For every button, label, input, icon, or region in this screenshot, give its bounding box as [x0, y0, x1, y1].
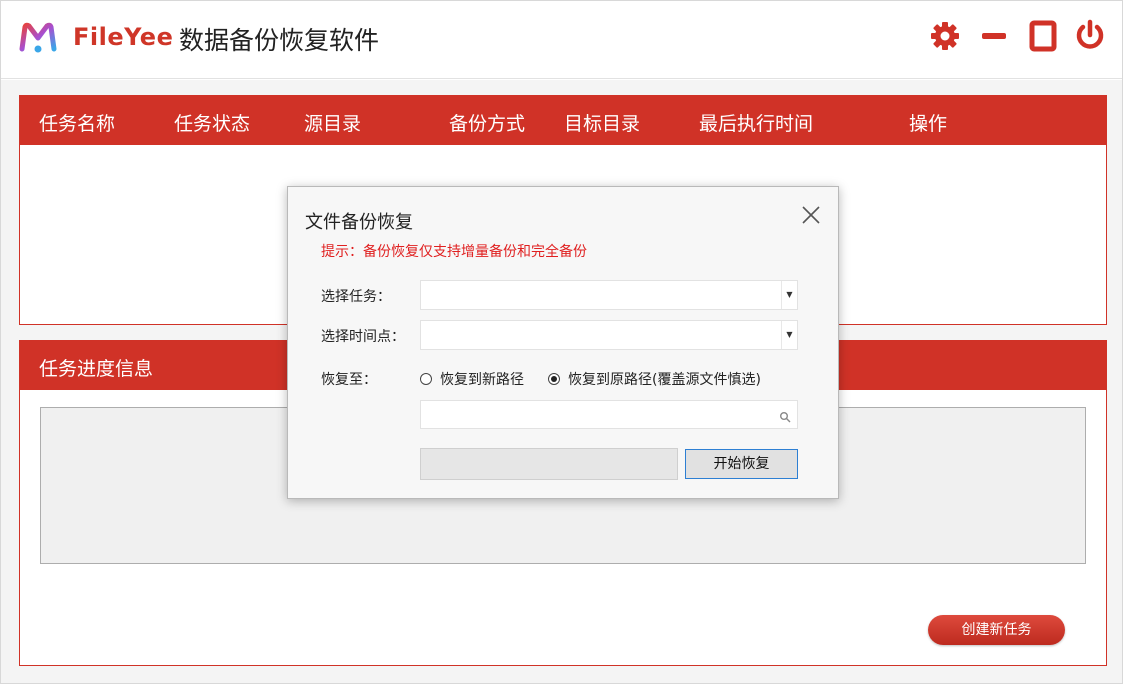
dropdown-arrow-icon: ▼: [781, 321, 797, 349]
column-header-source-dir: 源目录: [304, 113, 362, 135]
maximize-icon[interactable]: [1026, 19, 1060, 53]
fileyee-logo-icon: [19, 22, 57, 54]
title-bar: FileYee 数据备份恢复软件: [1, 1, 1122, 79]
app-title: 数据备份恢复软件: [179, 26, 380, 55]
radio-new-path-label: 恢复到新路径: [440, 372, 524, 388]
radio-original-path-circle[interactable]: [548, 373, 560, 385]
progress-panel-title: 任务进度信息: [39, 358, 154, 380]
radio-original-path[interactable]: 恢复到原路径(覆盖源文件慎选): [548, 369, 761, 389]
radio-new-path-circle[interactable]: [420, 373, 432, 385]
column-header-actions: 操作: [909, 113, 948, 135]
gear-icon[interactable]: [928, 19, 962, 53]
search-icon[interactable]: [779, 408, 791, 423]
column-header-task-status: 任务状态: [174, 113, 251, 135]
dialog-title: 文件备份恢复: [305, 212, 413, 233]
task-table-header: 任务名称 任务状态 源目录 备份方式 目标目录 最后执行时间 操作: [20, 96, 1106, 145]
select-task-dropdown[interactable]: ▼: [420, 280, 798, 310]
select-task-label: 选择任务：: [321, 289, 391, 305]
column-header-target-dir: 目标目录: [564, 113, 641, 135]
start-restore-button[interactable]: 开始恢复: [685, 449, 798, 479]
logo-text: FileYee: [73, 23, 174, 51]
dialog-hint: 提示：备份恢复仅支持增量备份和完全备份: [321, 244, 587, 260]
close-icon[interactable]: [800, 204, 822, 226]
radio-original-path-label: 恢复到原路径(覆盖源文件慎选): [568, 372, 761, 388]
column-header-last-run-time: 最后执行时间: [699, 113, 814, 135]
restore-to-label: 恢复至：: [321, 372, 377, 388]
create-task-button[interactable]: 创建新任务: [928, 615, 1065, 645]
column-header-task-name: 任务名称: [39, 113, 116, 135]
restore-progress-bar: [420, 448, 678, 480]
app-window: FileYee 数据备份恢复软件 任务名称 任务状态 源目录 备份方式 目标目录…: [0, 0, 1123, 684]
restore-path-input[interactable]: [420, 400, 798, 429]
power-icon[interactable]: [1073, 19, 1107, 53]
restore-dialog: 文件备份恢复 提示：备份恢复仅支持增量备份和完全备份 选择任务： ▼ 选择时间点…: [287, 186, 839, 499]
radio-new-path[interactable]: 恢复到新路径: [420, 369, 524, 389]
minimize-icon[interactable]: [977, 19, 1011, 53]
dropdown-arrow-icon: ▼: [781, 281, 797, 309]
select-time-label: 选择时间点：: [321, 329, 405, 345]
column-header-backup-mode: 备份方式: [449, 113, 526, 135]
select-time-dropdown[interactable]: ▼: [420, 320, 798, 350]
